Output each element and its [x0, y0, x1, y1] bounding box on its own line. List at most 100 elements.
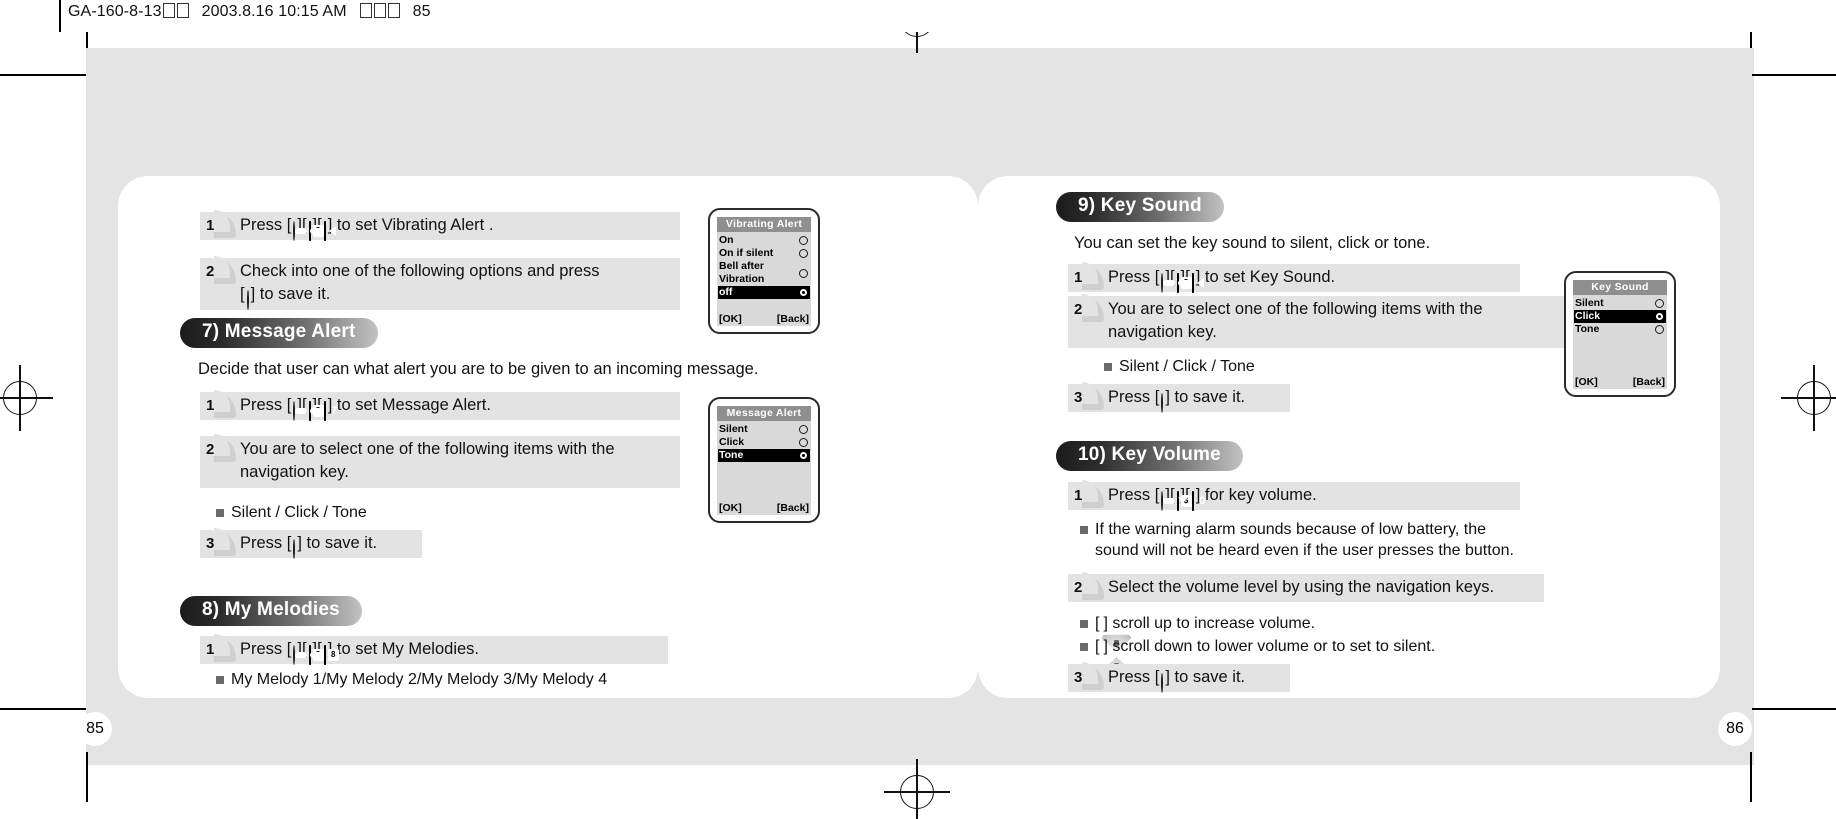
phone-option-label: On [719, 234, 734, 246]
phone-option-row[interactable]: Click [1574, 310, 1666, 323]
step-text-fragment: ] to set My Melodies. [327, 640, 480, 658]
radio-button-icon[interactable] [799, 438, 808, 447]
step-text-fragment: Press [ [240, 216, 292, 234]
step-text-fragment: Check into one of the following options … [240, 262, 600, 280]
radio-button-icon[interactable] [799, 451, 808, 460]
bullet-message-alert-options: Silent / Click / Tone [216, 502, 367, 523]
step-text: Press [][$][0] for key volume. [1102, 482, 1520, 517]
step-key-volume-1: 1 Press [][$][0] for key volume. [1068, 480, 1520, 511]
radio-button-icon[interactable] [1655, 312, 1664, 321]
phone-softkey-row: [OK] [Back] [1573, 376, 1667, 389]
bullet-nav-scroll-down: [] scroll down to lower volume or to set… [1080, 636, 1436, 675]
cjk-glyph-box [387, 3, 400, 18]
intro-text-key-sound: You can set the key sound to silent, cli… [1074, 234, 1431, 252]
radio-button-icon[interactable] [799, 425, 808, 434]
step-text-fragment: navigation key. [1108, 323, 1217, 341]
radio-button-icon[interactable] [799, 288, 808, 297]
bullet-text: Silent / Click / Tone [1119, 358, 1255, 375]
step-text-fragment: You are to select one of the following i… [1108, 300, 1483, 318]
intro-text-message-alert: Decide that user can what alert you are … [198, 360, 759, 378]
section-heading-my-melodies: 8) My Melodies [180, 596, 362, 626]
step-key-volume-2: 2 Select the volume level by using the n… [1068, 572, 1544, 603]
ok-key-icon [293, 538, 296, 561]
step-text-fragment: Select the volume level by using the nav… [1108, 578, 1495, 596]
step-number-badge: 3 [1068, 662, 1104, 690]
bullet-square-icon [216, 509, 224, 517]
radio-button-icon[interactable] [1655, 299, 1664, 308]
note-line: sound will not be heard even if the user… [1095, 542, 1514, 559]
softkey-left-label: [OK] [719, 502, 742, 514]
softkey-right-label: [Back] [776, 502, 809, 514]
step-text: Press [][$][] to set Key Sound. [1102, 264, 1520, 299]
phone-softkey-row: [OK] [Back] [717, 313, 811, 326]
step-number-badge: 1 [200, 210, 236, 238]
proof-page: GA-160-8-13 2003.8.16 10:15 AM 85 85 86 1 … [0, 0, 1836, 819]
bullet-text: [] scroll up to increase volume. [1095, 613, 1315, 652]
step-line: navigation key. [240, 461, 670, 484]
phone-option-row[interactable]: Click [718, 436, 810, 449]
crop-mark-bottom-right-v [1750, 752, 1752, 802]
cjk-glyph-box [162, 3, 175, 18]
phone-option-row[interactable]: Silent [718, 423, 810, 436]
step-line: Check into one of the following options … [240, 260, 670, 283]
phone-option-label: Click [719, 436, 745, 448]
seven-key-icon: 7 [309, 400, 337, 423]
phone-softkey-row: [OK] [Back] [717, 502, 811, 515]
phone-option-label: Bell after Vibration [719, 260, 765, 285]
bullet-key-sound-options: Silent / Click / Tone [1104, 356, 1255, 377]
phone-option-row[interactable]: Tone [718, 449, 810, 462]
ok-key-icon [246, 289, 249, 312]
step-line: Select the volume level by using the nav… [1108, 576, 1534, 599]
phone-option-row[interactable]: On if silent [718, 247, 810, 260]
step-number: 3 [1074, 668, 1083, 686]
section-heading-key-sound: 9) Key Sound [1056, 192, 1224, 222]
step-number: 2 [206, 440, 215, 458]
step-line: You are to select one of the following i… [240, 438, 670, 461]
cjk-glyph-box [373, 3, 386, 18]
radio-button-icon[interactable] [1655, 325, 1664, 334]
step-number-badge: 2 [1068, 294, 1104, 322]
note-line: If the warning alarm sounds because of l… [1095, 521, 1487, 538]
proof-timestamp: 2003.8.16 10:15 AM [201, 3, 347, 20]
step-text: Select the volume level by using the nav… [1102, 574, 1544, 603]
step-text-fragment: ] to save it. [250, 285, 331, 303]
step-number-badge: 2 [200, 256, 236, 284]
step-text: Press [] to save it. [1102, 664, 1290, 699]
proof-header-text: GA-160-8-13 2003.8.16 10:15 AM 85 [68, 3, 431, 21]
proof-job-code: GA-160-8-13 [68, 3, 162, 20]
left-soft-key-icon [309, 220, 336, 243]
radio-button-icon[interactable] [799, 268, 808, 278]
phone-option-row[interactable]: Silent [1574, 297, 1666, 310]
ok-key-icon [1161, 672, 1164, 695]
phone-option-label: Click [1575, 310, 1601, 322]
left-soft-key-icon [1177, 272, 1204, 295]
step-text-fragment: ] to save it. [1165, 668, 1246, 686]
step-line: navigation key. [1108, 321, 1560, 344]
phone-option-row[interactable]: On [718, 234, 810, 247]
bullet-description: ] scroll down to lower volume or to set … [1103, 638, 1436, 655]
step-number-badge: 2 [200, 434, 236, 462]
step-text-fragment: Press [ [240, 534, 292, 552]
step-text-fragment: Press [ [1108, 388, 1160, 406]
phone-option-list: Silent Click Tone [1573, 297, 1667, 336]
step-text: Press [][$][8] to set My Melodies. [234, 636, 668, 671]
bullet-square-icon [1104, 363, 1112, 371]
phone-option-row[interactable]: off [718, 286, 810, 299]
radio-button-icon[interactable] [799, 236, 808, 245]
radio-button-icon[interactable] [799, 249, 808, 258]
phone-option-row[interactable]: Tone [1574, 323, 1666, 336]
step-line: Press [] to save it. [1108, 386, 1280, 415]
step-number: 2 [206, 262, 215, 280]
phone-screen-title: Message Alert [717, 406, 811, 421]
phone-option-row[interactable]: Bell after Vibration [718, 260, 810, 286]
step-text: Check into one of the following options … [234, 258, 680, 316]
step-text-fragment: Press [ [240, 640, 292, 658]
step-number-badge: 2 [1068, 572, 1104, 600]
ok-key-icon [1161, 392, 1164, 415]
phone-option-label: Silent [1575, 297, 1604, 309]
step-number-badge: 1 [200, 634, 236, 662]
cjk-glyph-box [176, 3, 189, 18]
step-number: 3 [1074, 388, 1083, 406]
step-line: Press [] to save it. [240, 532, 412, 561]
step-text: You are to select one of the following i… [1102, 296, 1570, 348]
